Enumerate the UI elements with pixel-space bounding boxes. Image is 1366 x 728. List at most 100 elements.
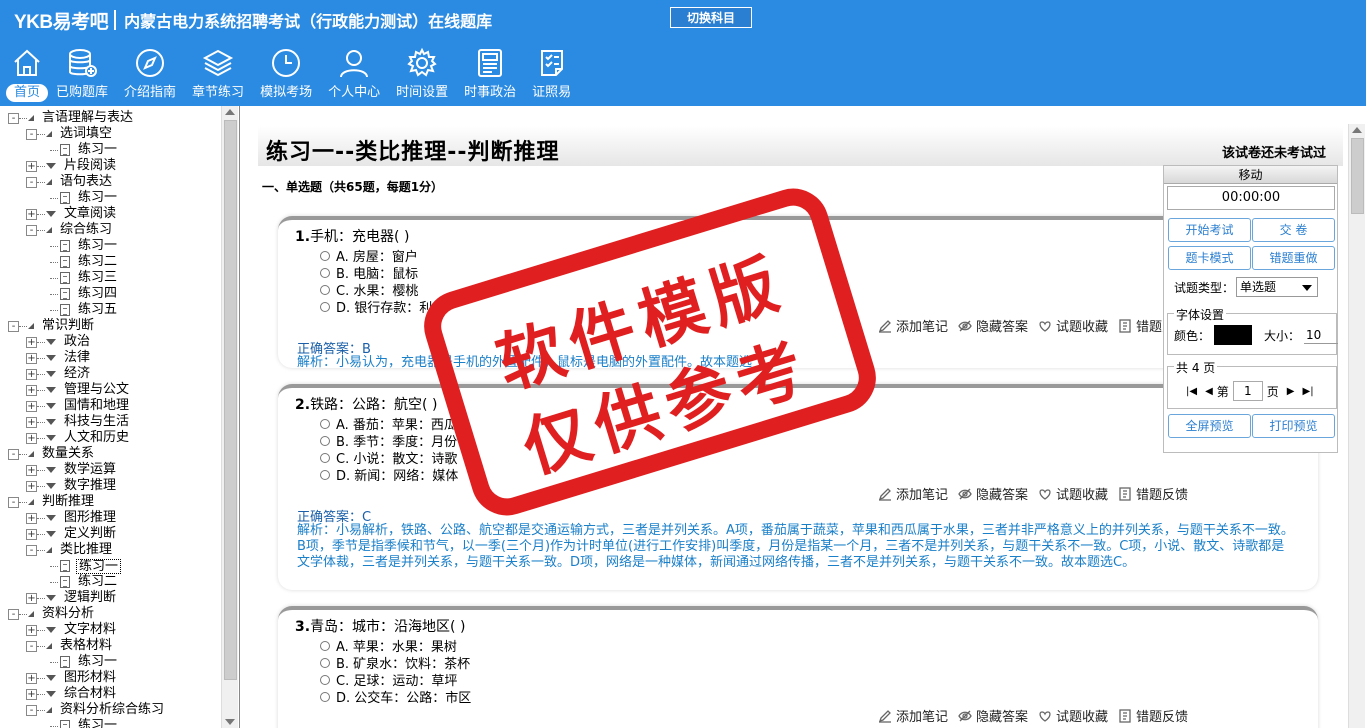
radio-button[interactable]	[320, 267, 330, 278]
submit-exam-button[interactable]: 交 卷	[1252, 218, 1335, 242]
expand-icon[interactable]: +	[26, 528, 37, 540]
tree-node[interactable]: - 数量关系	[8, 446, 220, 462]
collapse-icon[interactable]: -	[26, 176, 37, 188]
font-color-picker[interactable]	[1214, 325, 1253, 345]
tree-node[interactable]: + 片段阅读	[8, 158, 220, 174]
tree-node[interactable]: - 表格材料	[8, 638, 220, 654]
tree-leaf[interactable]: 练习一	[8, 190, 220, 206]
tree-node[interactable]: + 人文和历史	[8, 430, 220, 446]
nav-mock-exam[interactable]: 模拟考场	[252, 46, 320, 104]
expand-icon[interactable]: +	[26, 208, 37, 220]
redo-wrong-button[interactable]: 错题重做	[1252, 246, 1335, 270]
tree-leaf[interactable]: 练习五	[8, 302, 220, 318]
nav-profile[interactable]: 个人中心	[320, 46, 388, 104]
tree-node[interactable]: + 科技与生活	[8, 414, 220, 430]
collapse-icon[interactable]: -	[26, 640, 37, 652]
radio-button[interactable]	[320, 691, 330, 702]
prev-page-icon[interactable]: ◀	[1205, 386, 1213, 397]
expand-icon[interactable]: +	[26, 624, 37, 636]
last-page-icon[interactable]: ▶|	[1303, 386, 1314, 397]
radio-button[interactable]	[320, 657, 330, 668]
scroll-up-icon[interactable]	[225, 109, 235, 115]
tree-leaf[interactable]: 练习一	[8, 718, 220, 728]
sidebar-scroll-thumb[interactable]	[224, 120, 237, 680]
tree-node[interactable]: + 政治	[8, 334, 220, 350]
radio-button[interactable]	[320, 469, 330, 480]
radio-button[interactable]	[320, 674, 330, 685]
nav-chapter[interactable]: 章节练习	[184, 46, 252, 104]
tree-node[interactable]: + 法律	[8, 350, 220, 366]
tree-leaf[interactable]: 练习二	[8, 254, 220, 270]
content-scrollbar[interactable]	[1348, 124, 1365, 728]
expand-icon[interactable]: +	[26, 160, 37, 172]
expand-icon[interactable]: +	[26, 336, 37, 348]
radio-button[interactable]	[320, 301, 330, 312]
tree-node[interactable]: - 常识判断	[8, 318, 220, 334]
tree-node[interactable]: - 综合练习	[8, 222, 220, 238]
option-d[interactable]: D. 新闻：网络：媒体	[320, 465, 458, 484]
expand-icon[interactable]: +	[26, 512, 37, 524]
expand-icon[interactable]: +	[26, 432, 37, 444]
tree-leaf[interactable]: 练习四	[8, 286, 220, 302]
tree-node[interactable]: + 逻辑判断	[8, 590, 220, 606]
question-type-select[interactable]: 单选题	[1236, 277, 1319, 297]
switch-subject-button[interactable]: 切换科目	[670, 7, 752, 28]
expand-icon[interactable]: +	[26, 672, 37, 684]
hide-answer-button[interactable]: 隐藏答案	[958, 484, 1028, 503]
font-size-input[interactable]: 10	[1304, 326, 1339, 344]
radio-button[interactable]	[320, 250, 330, 261]
expand-icon[interactable]: +	[26, 592, 37, 604]
tree-node[interactable]: + 图形材料	[8, 670, 220, 686]
scroll-down-icon[interactable]	[225, 719, 235, 725]
collapse-icon[interactable]: -	[26, 704, 37, 716]
nav-guide[interactable]: 介绍指南	[116, 46, 184, 104]
scroll-up-icon[interactable]	[1352, 127, 1362, 133]
tree-node[interactable]: + 综合材料	[8, 686, 220, 702]
tree-leaf[interactable]: 练习二	[8, 574, 220, 590]
nav-current-affairs[interactable]: 时事政治	[456, 46, 524, 104]
tree-leaf[interactable]: 练习一	[8, 558, 220, 574]
sidebar-scrollbar[interactable]	[221, 106, 238, 728]
tree-node[interactable]: + 文字材料	[8, 622, 220, 638]
tree-node[interactable]: - 选词填空	[8, 126, 220, 142]
fullscreen-preview-button[interactable]: 全屏预览	[1168, 414, 1251, 438]
hide-answer-button[interactable]: 隐藏答案	[958, 706, 1028, 725]
radio-button[interactable]	[320, 452, 330, 463]
page-number-input[interactable]: 1	[1232, 381, 1263, 401]
tree-node[interactable]: + 图形推理	[8, 510, 220, 526]
radio-button[interactable]	[320, 435, 330, 446]
expand-icon[interactable]: +	[26, 688, 37, 700]
hide-answer-button[interactable]: 隐藏答案	[958, 316, 1028, 335]
next-page-icon[interactable]: ▶	[1287, 386, 1295, 397]
tree-node[interactable]: + 文章阅读	[8, 206, 220, 222]
add-note-button[interactable]: 添加笔记	[878, 316, 948, 335]
collapse-icon[interactable]: -	[8, 448, 19, 460]
tree-node[interactable]: - 判断推理	[8, 494, 220, 510]
expand-icon[interactable]: +	[26, 464, 37, 476]
content-scroll-thumb[interactable]	[1351, 138, 1364, 214]
tree-node[interactable]: - 资料分析综合练习	[8, 702, 220, 718]
favorite-button[interactable]: 试题收藏	[1038, 484, 1108, 503]
collapse-icon[interactable]: -	[8, 112, 19, 124]
collapse-icon[interactable]: -	[8, 608, 19, 620]
radio-button[interactable]	[320, 640, 330, 651]
tree-leaf[interactable]: 练习三	[8, 270, 220, 286]
panel-move-handle[interactable]: 移动	[1164, 166, 1337, 184]
expand-icon[interactable]: +	[26, 400, 37, 412]
start-exam-button[interactable]: 开始考试	[1168, 218, 1251, 242]
nav-certificates[interactable]: 证照易	[524, 46, 579, 104]
tree-node[interactable]: + 数学运算	[8, 462, 220, 478]
expand-icon[interactable]: +	[26, 480, 37, 492]
tree-leaf[interactable]: 练习一	[8, 142, 220, 158]
report-error-button[interactable]: 错题反馈	[1118, 484, 1188, 503]
favorite-button[interactable]: 试题收藏	[1038, 316, 1108, 335]
favorite-button[interactable]: 试题收藏	[1038, 706, 1108, 725]
tree-node[interactable]: - 资料分析	[8, 606, 220, 622]
expand-icon[interactable]: +	[26, 352, 37, 364]
expand-icon[interactable]: +	[26, 384, 37, 396]
collapse-icon[interactable]: -	[26, 544, 37, 556]
report-error-button[interactable]: 错题反馈	[1118, 706, 1188, 725]
nav-home[interactable]: 首页	[6, 46, 49, 104]
tree-node[interactable]: - 语句表达	[8, 174, 220, 190]
collapse-icon[interactable]: -	[8, 496, 19, 508]
